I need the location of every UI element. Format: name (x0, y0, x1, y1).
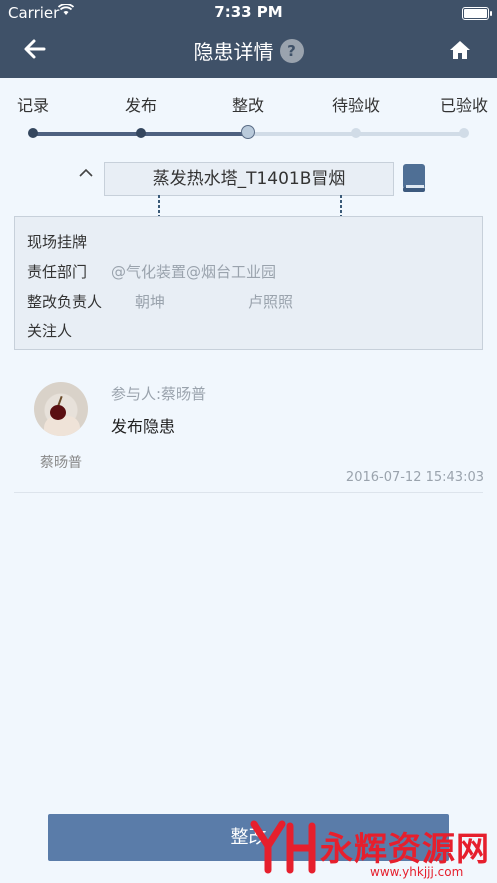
help-icon[interactable]: ? (279, 38, 304, 63)
progress-steps: 记录 发布 整改 待验收 已验收 (0, 90, 497, 150)
dept-value: @气化装置@烟台工业园 (111, 263, 277, 281)
step-label-rectify: 整改 (231, 96, 265, 115)
dept-label: 责任部门 (27, 263, 88, 281)
hazard-info-panel: 现场挂牌 责任部门 @气化装置@烟台工业园 整改负责人 朝坤 卢照照 关注人 (14, 216, 483, 350)
watermark-url: www.yhkjjj.com (370, 865, 464, 879)
avatar-cherry (50, 405, 66, 420)
battery-icon (462, 7, 492, 20)
avatar-hand (44, 416, 80, 436)
record-divider (14, 492, 483, 493)
connector-line-right (340, 195, 342, 216)
step-dot-accepted (459, 128, 469, 138)
connector-line-left (158, 195, 160, 216)
watcher-label: 关注人 (27, 322, 73, 340)
watermark-logo-icon (250, 820, 316, 874)
record-timestamp: 2016-07-12 15:43:03 (345, 470, 484, 485)
step-dot-rectify (241, 125, 255, 139)
step-label-pending-acceptance: 待验收 (331, 96, 381, 115)
book-icon[interactable] (401, 163, 427, 193)
step-dot-record (28, 128, 38, 138)
record-participant: 参与人:蔡旸普 (111, 385, 207, 403)
nav-bar: 隐患详情? (0, 26, 497, 78)
hazard-title: 蒸发热水塔_T1401B冒烟 (104, 162, 394, 196)
page-title: 隐患详情 (193, 40, 274, 64)
watermark: 永辉资源网 www.yhkjjj.com (250, 820, 497, 883)
app-header: Carrier 7:33 PM 隐患详情? (0, 0, 497, 78)
owner-1: 朝坤 (135, 293, 166, 311)
record-action: 发布隐患 (111, 417, 176, 436)
owner-label: 整改负责人 (27, 293, 103, 311)
onsite-tag-label: 现场挂牌 (27, 233, 88, 251)
owner-2: 卢照照 (248, 293, 294, 311)
status-bar: Carrier 7:33 PM (0, 0, 497, 26)
collapse-caret-icon[interactable] (78, 164, 94, 183)
step-dot-pending-acceptance (351, 128, 361, 138)
home-button[interactable] (449, 39, 471, 61)
step-label-record: 记录 (16, 96, 50, 115)
status-time: 7:33 PM (214, 3, 283, 21)
step-label-publish: 发布 (124, 96, 158, 115)
nav-title-group: 隐患详情? (0, 36, 497, 65)
step-dot-publish (136, 128, 146, 138)
watermark-title: 永辉资源网 (320, 829, 490, 868)
step-label-accepted: 已验收 (439, 96, 489, 115)
avatar[interactable] (34, 382, 88, 436)
home-icon (450, 41, 470, 59)
record-user-name: 蔡旸普 (40, 455, 82, 471)
